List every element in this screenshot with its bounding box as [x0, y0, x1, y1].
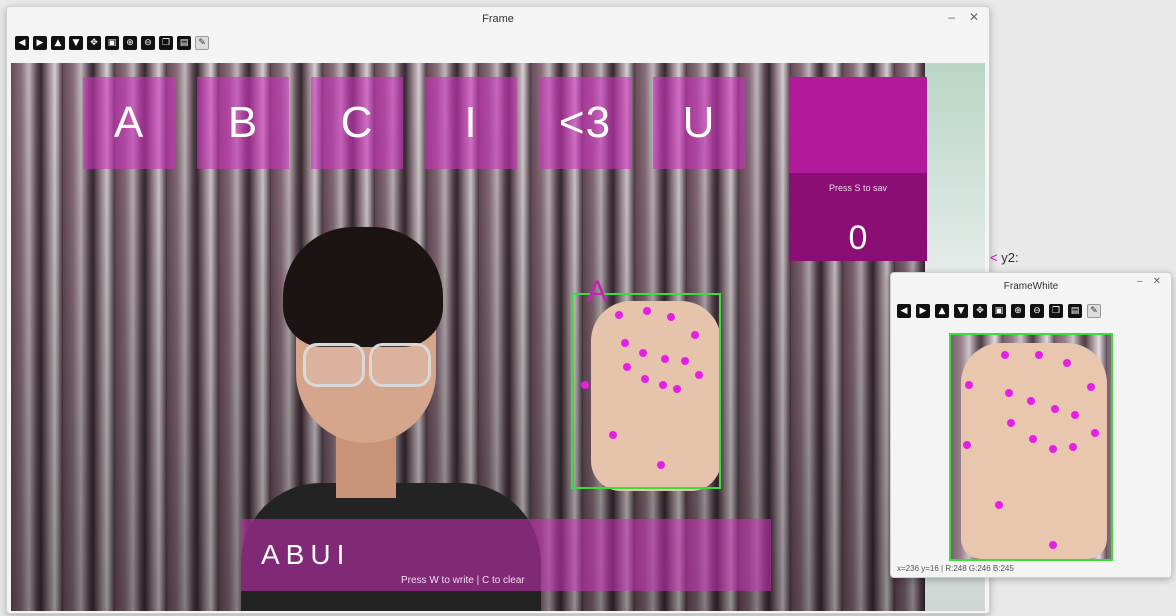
arrow-left-icon[interactable]: ◀ [15, 36, 29, 50]
key-i[interactable]: I [425, 77, 517, 169]
brush-icon[interactable]: ✎ [195, 36, 209, 50]
copy-icon[interactable]: ❐ [159, 36, 173, 50]
zoom-out-icon[interactable]: ⊖ [141, 36, 155, 50]
frame-window: Frame – ✕ ◀ ▶ ▲ ▼ ✥ ▣ ⊕ ⊖ ❐ ▤ ✎ A B C I … [6, 6, 990, 614]
hand-crop [961, 343, 1107, 559]
landmark-dot [1001, 351, 1009, 359]
status-bar: x=236 y=16 | R:248 G:246 B:245 [891, 561, 1171, 577]
typed-text-panel: ABUI Press W to write | C to clear [241, 519, 771, 591]
save-counter-panel: Press S to sav 0 [789, 77, 927, 261]
framewhite-toolbar: ◀ ▶ ▲ ▼ ✥ ▣ ⊕ ⊖ ❐ ▤ ✎ [891, 299, 1171, 323]
key-b[interactable]: B [197, 77, 289, 169]
landmark-dot [695, 371, 703, 379]
landmark-dot [1049, 445, 1057, 453]
arrow-up-icon[interactable]: ▲ [935, 304, 949, 318]
save-icon[interactable]: ▤ [177, 36, 191, 50]
arrow-down-icon[interactable]: ▼ [954, 304, 968, 318]
arrow-down-icon[interactable]: ▼ [69, 36, 83, 50]
hand-crop-view[interactable] [949, 333, 1113, 561]
landmark-dot [963, 441, 971, 449]
landmark-dot [1069, 443, 1077, 451]
coord-arrow: < [990, 250, 998, 265]
landmark-dot [1027, 397, 1035, 405]
arrow-right-icon[interactable]: ▶ [916, 304, 930, 318]
pan-icon[interactable]: ✥ [87, 36, 101, 50]
save-icon[interactable]: ▤ [1068, 304, 1082, 318]
pan-icon[interactable]: ✥ [973, 304, 987, 318]
arrow-up-icon[interactable]: ▲ [51, 36, 65, 50]
typed-hint: Press W to write | C to clear [401, 575, 525, 586]
landmark-dot [1049, 541, 1057, 549]
landmark-dot [691, 331, 699, 339]
zoom-fit-icon[interactable]: ▣ [992, 304, 1006, 318]
landmark-dot [1091, 429, 1099, 437]
landmark-dot [639, 349, 647, 357]
landmark-dot [641, 375, 649, 383]
landmark-dot [681, 357, 689, 365]
counter-hint: Press S to sav [828, 183, 888, 193]
landmark-dot [661, 355, 669, 363]
brush-icon[interactable]: ✎ [1087, 304, 1101, 318]
arrow-right-icon[interactable]: ▶ [33, 36, 47, 50]
zoom-fit-icon[interactable]: ▣ [105, 36, 119, 50]
landmark-dot [673, 385, 681, 393]
landmark-dot [609, 431, 617, 439]
zoom-in-icon[interactable]: ⊕ [123, 36, 137, 50]
typed-text: ABUI [261, 539, 351, 570]
key-u[interactable]: U [653, 77, 745, 169]
arrow-left-icon[interactable]: ◀ [897, 304, 911, 318]
window-controls: – ✕ [948, 10, 979, 24]
key-c[interactable]: C [311, 77, 403, 169]
landmark-dot [1007, 419, 1015, 427]
glasses [303, 343, 431, 387]
zoom-in-icon[interactable]: ⊕ [1011, 304, 1025, 318]
landmark-dot [1087, 383, 1095, 391]
close-icon[interactable]: ✕ [969, 10, 979, 24]
landmark-dot [1051, 405, 1059, 413]
landmark-dot [621, 339, 629, 347]
window-controls: – ✕ [1137, 276, 1161, 287]
landmark-dot [623, 363, 631, 371]
landmark-dot [965, 381, 973, 389]
key-a[interactable]: A [83, 77, 175, 169]
prediction-label: A [587, 275, 608, 308]
frame-toolbar: ◀ ▶ ▲ ▼ ✥ ▣ ⊕ ⊖ ❐ ▤ ✎ [7, 31, 989, 55]
window-title: FrameWhite [1003, 280, 1059, 292]
frame-titlebar[interactable]: Frame – ✕ [7, 7, 989, 31]
landmark-dot [1029, 435, 1037, 443]
key-heart[interactable]: <3 [539, 77, 631, 169]
landmark-dot [615, 311, 623, 319]
landmark-dot [643, 307, 651, 315]
window-title: Frame [482, 13, 514, 25]
counter-value: 0 [848, 219, 868, 257]
close-icon[interactable]: ✕ [1153, 276, 1161, 287]
landmark-dot [1005, 389, 1013, 397]
framewhite-titlebar[interactable]: FrameWhite – ✕ [891, 273, 1171, 299]
coord-text: y2: [1001, 250, 1019, 265]
landmark-dot [1071, 411, 1079, 419]
minimize-icon[interactable]: – [948, 10, 955, 24]
landmark-dot [667, 313, 675, 321]
coord-readout: < y2: [990, 250, 1019, 265]
landmark-dot [995, 501, 1003, 509]
camera-feed[interactable]: A B C I <3 U Press S to sav 0 A ABUI Pre… [11, 63, 985, 611]
landmark-dot [581, 381, 589, 389]
copy-icon[interactable]: ❐ [1049, 304, 1063, 318]
zoom-out-icon[interactable]: ⊖ [1030, 304, 1044, 318]
hand-bounding-box [571, 293, 721, 489]
framewhite-window: FrameWhite – ✕ ◀ ▶ ▲ ▼ ✥ ▣ ⊕ ⊖ ❐ ▤ ✎ x=2… [890, 272, 1172, 578]
landmark-dot [659, 381, 667, 389]
landmark-dot [1063, 359, 1071, 367]
landmark-dot [1035, 351, 1043, 359]
minimize-icon[interactable]: – [1137, 276, 1143, 287]
landmark-dot [657, 461, 665, 469]
